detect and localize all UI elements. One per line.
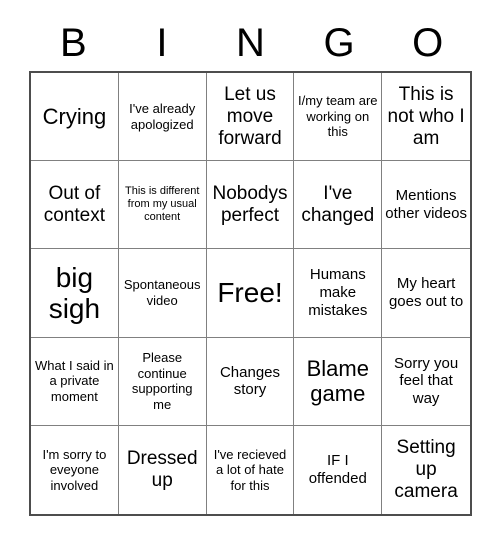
bingo-cell-label: I/my team are working on this: [298, 93, 378, 140]
bingo-cell-label: Dressed up: [126, 447, 198, 491]
bingo-cell[interactable]: Blame game: [294, 337, 383, 426]
bingo-cell-label: Setting up camera: [394, 436, 458, 502]
bingo-cell[interactable]: Sorry you feel that way: [382, 337, 470, 426]
bingo-cell[interactable]: I'm sorry to eveyone involved: [31, 425, 119, 514]
bingo-cell[interactable]: Crying: [31, 73, 119, 162]
bingo-cell-label: Nobodys perfect: [212, 182, 288, 226]
bingo-header-row: BINGO: [29, 18, 472, 68]
bingo-cell-label: Crying: [42, 103, 107, 129]
bingo-cell-label: big sigh: [48, 261, 101, 324]
bingo-cell-label: Mentions other videos: [385, 187, 467, 222]
bingo-cell[interactable]: I/my team are working on this: [294, 73, 383, 162]
bingo-card: B I N G O Crying I've already apologized Let u…: [0, 0, 500, 544]
bingo-cell[interactable]: Spontaneous video: [118, 249, 207, 338]
bingo-cell-label: Free!: [217, 277, 283, 309]
bingo-cell[interactable]: big sigh: [31, 249, 119, 338]
bingo-cell[interactable]: Humans make mistakes: [294, 249, 383, 338]
bingo-cell[interactable]: Changes story: [206, 337, 295, 426]
bingo-header-letter-o: O: [412, 21, 444, 65]
bingo-cell-label: IF I offended: [308, 452, 367, 487]
bingo-cell-label: This is not who I am: [387, 83, 465, 149]
bingo-grid: Crying I've already apologized Let us move…: [29, 71, 472, 516]
bingo-header-letter-i: I: [156, 21, 168, 65]
bingo-cell[interactable]: Nobodys perfect: [206, 161, 295, 250]
bingo-cell-label: I'm sorry to eveyone involved: [42, 446, 107, 493]
bingo-cell[interactable]: Out of context: [31, 161, 119, 250]
bingo-cell-label: What I said in a private moment: [35, 357, 114, 404]
bingo-free-space[interactable]: Free!: [206, 249, 295, 338]
bingo-cell-label: I've changed: [301, 182, 375, 226]
bingo-cell[interactable]: My heart goes out to: [382, 249, 470, 338]
bingo-cell[interactable]: Mentions other videos: [382, 161, 470, 250]
bingo-cell[interactable]: I've changed: [294, 161, 383, 250]
bingo-cell-label: Please continue supporting me: [131, 350, 193, 412]
bingo-cell[interactable]: I've already apologized: [118, 73, 207, 162]
bingo-header-letter-g: G: [323, 21, 355, 65]
bingo-cell[interactable]: Setting up camera: [382, 425, 470, 514]
bingo-cell-label: I've already apologized: [129, 101, 196, 132]
bingo-cell-label: I've recieved a lot of hate for this: [213, 446, 287, 493]
bingo-cell-label: My heart goes out to: [388, 275, 464, 310]
bingo-cell-label: Sorry you feel that way: [393, 354, 459, 408]
bingo-cell[interactable]: Dressed up: [118, 425, 207, 514]
bingo-cell-label: Out of context: [43, 182, 106, 226]
bingo-cell-label: Blame game: [306, 355, 369, 407]
bingo-cell-label: Spontaneous video: [123, 277, 201, 308]
bingo-cell-label: This is different from my usual content: [125, 184, 200, 224]
bingo-cell-label: Humans make mistakes: [308, 266, 368, 319]
bingo-cell[interactable]: What I said in a private moment: [31, 337, 119, 426]
bingo-cell[interactable]: This is different from my usual content: [118, 161, 207, 250]
bingo-cell[interactable]: IF I offended: [294, 425, 383, 514]
bingo-cell-label: Changes story: [219, 363, 281, 399]
bingo-cell[interactable]: This is not who I am: [382, 73, 470, 162]
bingo-cell[interactable]: Please continue supporting me: [118, 337, 207, 426]
bingo-header-letter-n: N: [236, 21, 265, 65]
bingo-header-letter-b: B: [59, 21, 87, 65]
bingo-cell[interactable]: Let us move forward: [206, 73, 295, 162]
bingo-cell[interactable]: I've recieved a lot of hate for this: [206, 425, 295, 514]
bingo-cell-label: Let us move forward: [218, 83, 282, 149]
